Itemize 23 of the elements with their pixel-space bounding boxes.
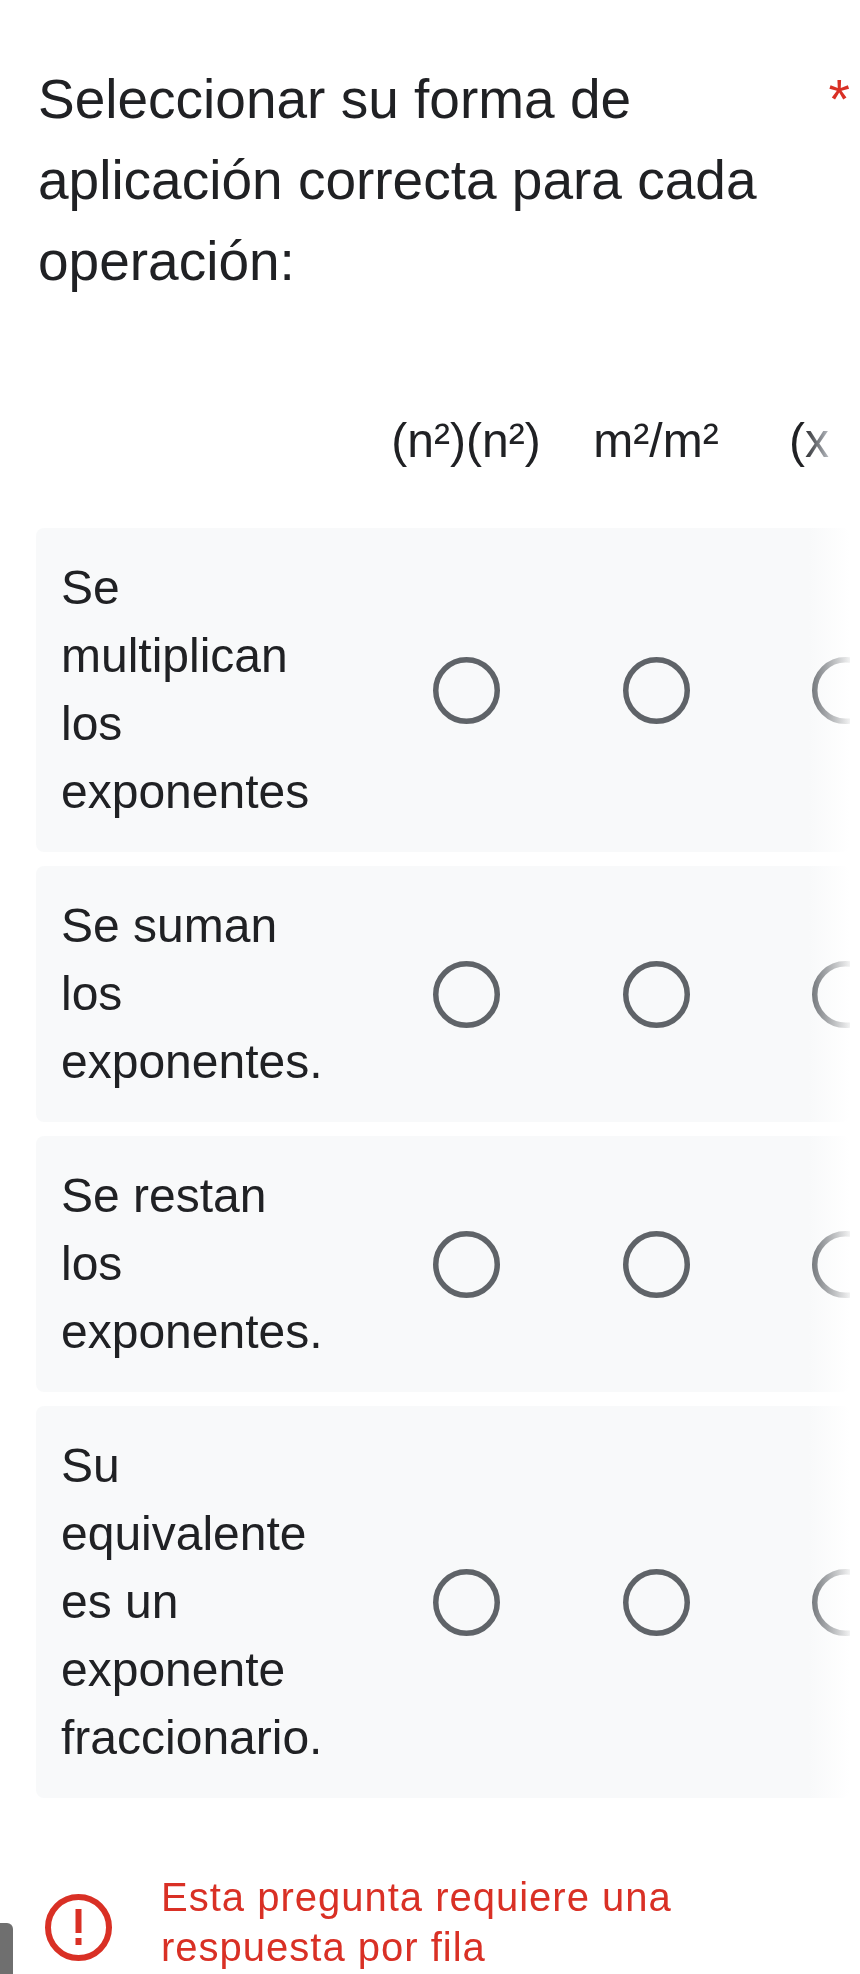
edge-handle[interactable] [0,1923,13,1974]
row-label: Se restan los exponentes. [61,1168,324,1360]
column-header: m²/m² [593,413,719,469]
row-label: Se multiplican los exponentes [61,560,311,820]
radio-button[interactable] [812,656,850,724]
radio-button[interactable] [432,656,500,724]
radio-button[interactable] [812,960,850,1028]
radio-button[interactable] [432,1568,500,1636]
column-header: (n²)(n²) [391,413,541,469]
required-asterisk: * [828,67,850,132]
question-title: Seleccionar su forma de aplicación correcta para cada operación: [38,67,758,294]
radio-button[interactable] [432,1230,500,1298]
radio-button[interactable] [812,1568,850,1636]
radio-button[interactable] [622,1568,690,1636]
radio-button[interactable] [622,1230,690,1298]
radio-button[interactable] [812,1230,850,1298]
radio-button[interactable] [622,960,690,1028]
error-message: Esta pregunta requiere una respuesta por fila [161,1874,673,1971]
radio-button[interactable] [622,656,690,724]
row-label: Su equivalente es un exponente fraccionario. [61,1438,324,1766]
error-icon [45,1894,112,1961]
row-label: Se suman los exponentes. [61,898,324,1090]
radio-button[interactable] [432,960,500,1028]
